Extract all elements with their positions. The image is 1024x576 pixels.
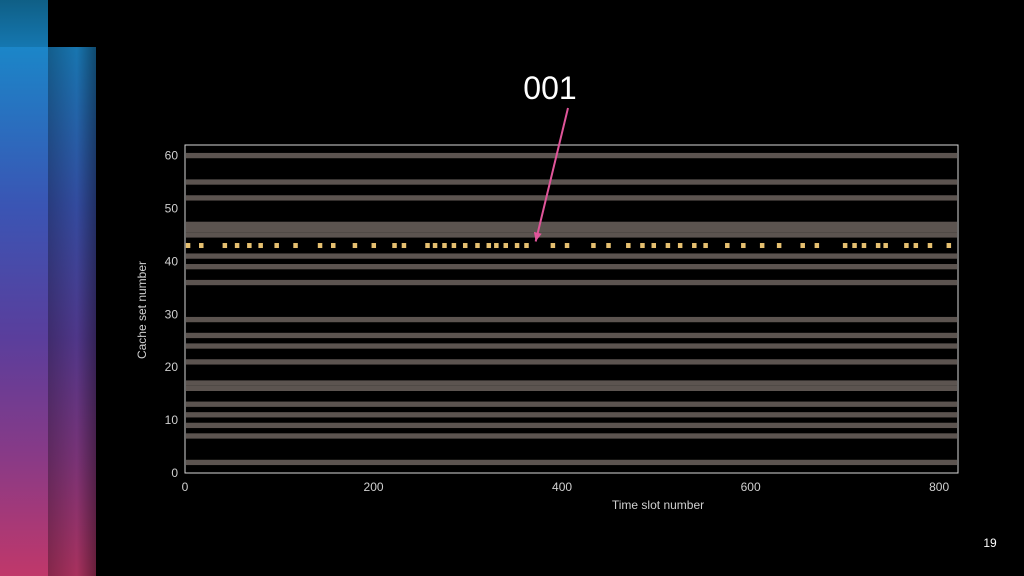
highlight-mark-20 bbox=[486, 243, 492, 249]
annotation-arrow bbox=[534, 107, 569, 242]
page-number: 19 bbox=[983, 536, 997, 550]
y-tick-label-20: 20 bbox=[165, 360, 179, 374]
highlight-mark-50 bbox=[946, 243, 952, 249]
x-tick-label-0: 0 bbox=[182, 480, 189, 494]
highlight-mark-5 bbox=[258, 243, 263, 249]
highlight-mark-13 bbox=[401, 243, 407, 249]
highlight-mark-6 bbox=[274, 243, 279, 249]
x-tick-label-600: 600 bbox=[741, 480, 761, 494]
set-band-52 bbox=[186, 195, 957, 201]
bands-layer bbox=[186, 152, 957, 466]
set-band-24 bbox=[186, 343, 957, 349]
highlight-mark-23 bbox=[514, 243, 520, 249]
highlight-mark-21 bbox=[494, 243, 499, 249]
y-tick-label-40: 40 bbox=[165, 254, 179, 268]
set-band-46 bbox=[186, 226, 957, 233]
highlight-mark-31 bbox=[651, 243, 657, 249]
y-tick-label-0: 0 bbox=[171, 466, 178, 480]
x-tick-label-400: 400 bbox=[552, 480, 572, 494]
highlight-mark-29 bbox=[626, 243, 631, 249]
y-tick-label-30: 30 bbox=[165, 307, 179, 321]
y-axis-ticks: 0 10 20 30 40 50 60 bbox=[165, 149, 179, 480]
highlight-mark-45 bbox=[875, 243, 881, 249]
set-band-16 bbox=[186, 385, 957, 392]
highlight-mark-40 bbox=[800, 243, 805, 249]
set-band-55 bbox=[186, 179, 957, 185]
highlight-mark-18 bbox=[462, 243, 468, 249]
x-axis-ticks: 0 200 400 600 800 bbox=[182, 480, 950, 494]
set-band-13 bbox=[186, 401, 957, 407]
highlight-mark-25 bbox=[550, 243, 556, 249]
highlight-mark-36 bbox=[725, 243, 730, 249]
set-band-36 bbox=[186, 279, 957, 286]
highlight-mark-14 bbox=[425, 243, 430, 249]
highlight-mark-3 bbox=[234, 243, 240, 249]
highlight-mark-10 bbox=[352, 243, 358, 249]
set-band-9 bbox=[186, 422, 957, 429]
set-band-11 bbox=[186, 412, 957, 418]
highlight-mark-27 bbox=[591, 243, 596, 249]
set-band-2 bbox=[186, 459, 957, 466]
highlight-mark-2 bbox=[222, 243, 228, 249]
highlight-mark-8 bbox=[317, 243, 323, 249]
cache-set-chart: 0 200 400 600 800 0 10 20 30 40 50 60 Time slot nu… bbox=[135, 107, 959, 512]
highlight-mark-46 bbox=[883, 243, 888, 249]
highlight-mark-12 bbox=[392, 243, 397, 249]
highlight-mark-48 bbox=[913, 243, 919, 249]
highlight-mark-22 bbox=[503, 243, 509, 249]
highlight-mark-32 bbox=[665, 243, 671, 249]
y-tick-label-50: 50 bbox=[165, 201, 179, 215]
highlight-mark-9 bbox=[331, 243, 336, 249]
highlight-mark-43 bbox=[852, 243, 857, 249]
set-band-17 bbox=[186, 380, 957, 386]
highlight-mark-47 bbox=[904, 243, 909, 249]
highlight-layer bbox=[185, 243, 952, 249]
highlight-mark-34 bbox=[692, 243, 697, 249]
x-tick-label-800: 800 bbox=[929, 480, 949, 494]
y-tick-label-10: 10 bbox=[165, 413, 179, 427]
highlight-mark-28 bbox=[606, 243, 611, 249]
highlight-mark-11 bbox=[371, 243, 377, 249]
highlight-mark-42 bbox=[842, 243, 848, 249]
set-band-21 bbox=[186, 359, 957, 365]
highlight-mark-24 bbox=[524, 243, 529, 249]
highlight-mark-44 bbox=[861, 243, 867, 249]
y-axis-label: Cache set number bbox=[135, 261, 149, 359]
highlight-mark-19 bbox=[475, 243, 480, 249]
y-tick-label-60: 60 bbox=[165, 149, 179, 163]
set-band-60 bbox=[186, 152, 957, 159]
highlight-mark-0 bbox=[185, 243, 191, 249]
set-band-26 bbox=[186, 332, 957, 339]
x-axis-label: Time slot number bbox=[612, 498, 704, 512]
set-band-45 bbox=[186, 232, 957, 238]
highlight-mark-4 bbox=[247, 243, 252, 249]
highlight-mark-41 bbox=[814, 243, 820, 249]
highlight-mark-35 bbox=[703, 243, 708, 249]
highlight-mark-26 bbox=[564, 243, 570, 249]
highlight-mark-16 bbox=[442, 243, 447, 249]
set-band-39 bbox=[186, 264, 957, 270]
x-tick-label-200: 200 bbox=[364, 480, 384, 494]
highlight-mark-7 bbox=[293, 243, 298, 249]
highlight-mark-17 bbox=[451, 243, 457, 249]
highlight-mark-39 bbox=[776, 243, 782, 249]
highlight-mark-37 bbox=[741, 243, 746, 249]
highlight-mark-1 bbox=[199, 243, 204, 249]
set-band-29 bbox=[186, 316, 957, 323]
highlight-mark-38 bbox=[759, 243, 765, 249]
set-band-7 bbox=[186, 433, 957, 439]
highlight-mark-49 bbox=[927, 243, 933, 249]
highlight-mark-33 bbox=[677, 243, 683, 249]
highlight-mark-15 bbox=[432, 243, 438, 249]
highlight-mark-30 bbox=[640, 243, 645, 249]
set-band-47 bbox=[186, 221, 957, 228]
set-band-41 bbox=[186, 253, 957, 259]
